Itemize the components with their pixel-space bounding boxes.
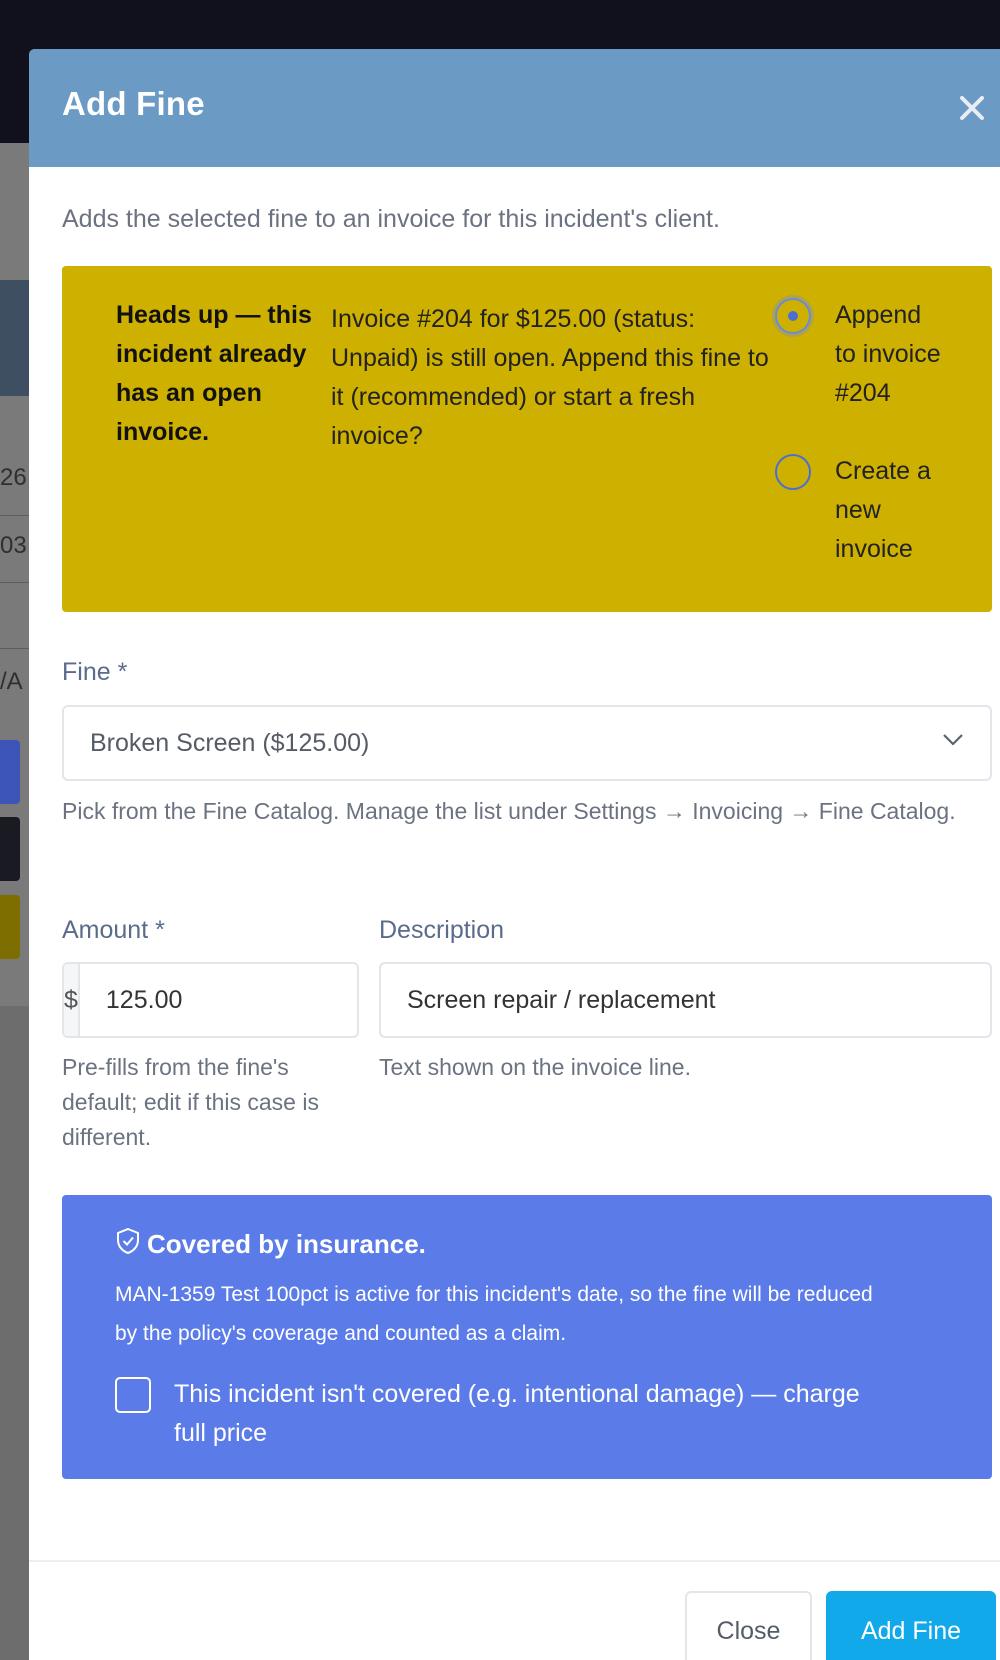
chevron-down-icon bbox=[942, 733, 964, 752]
background-button bbox=[0, 895, 20, 959]
not-covered-checkbox[interactable] bbox=[115, 1377, 151, 1413]
background-row-divider bbox=[0, 648, 30, 649]
add-fine-button[interactable]: Add Fine bbox=[826, 1591, 996, 1660]
insurance-title: Covered by insurance. bbox=[147, 1229, 426, 1259]
fine-help-text: Pick from the Fine Catalog. Manage the l… bbox=[62, 798, 956, 824]
shield-check-icon bbox=[115, 1227, 147, 1262]
description-label: Description bbox=[379, 916, 505, 944]
modal-header: Add Fine bbox=[29, 49, 1000, 167]
warning-title: Heads up — this incident already has an … bbox=[116, 301, 312, 446]
append-invoice-option[interactable]: Append to invoice #204 bbox=[775, 296, 945, 413]
open-invoice-warning: Heads up — this incident already has an … bbox=[62, 266, 992, 612]
background-row-value: 26 bbox=[0, 464, 27, 491]
footer-divider bbox=[29, 1560, 1000, 1562]
insurance-title-row: Covered by insurance. bbox=[115, 1227, 426, 1262]
amount-help-text: Pre-fills from the fine's default; edit … bbox=[62, 1054, 319, 1150]
modal-intro-text: Adds the selected fine to an invoice for… bbox=[62, 205, 720, 233]
currency-prefix: $ bbox=[64, 964, 80, 1036]
new-invoice-radio[interactable] bbox=[775, 454, 811, 490]
add-fine-modal: Add Fine Adds the selected fine to an in… bbox=[29, 49, 1000, 1660]
background-button bbox=[0, 740, 20, 804]
fine-select-value: Broken Screen ($125.00) bbox=[90, 728, 370, 757]
background-row-value: 03 bbox=[0, 532, 27, 559]
append-invoice-label[interactable]: Append to invoice #204 bbox=[835, 296, 945, 413]
fine-label: Fine * bbox=[62, 658, 128, 686]
description-help-text: Text shown on the invoice line. bbox=[379, 1054, 691, 1080]
warning-body: Invoice #204 for $125.00 (status: Unpaid… bbox=[331, 305, 769, 450]
close-icon[interactable] bbox=[953, 89, 991, 127]
not-covered-label[interactable]: This incident isn't covered (e.g. intent… bbox=[174, 1375, 874, 1453]
insurance-coverage-panel: Covered by insurance. MAN-1359 Test 100p… bbox=[62, 1195, 992, 1479]
amount-input-group: $ bbox=[62, 962, 428, 1038]
amount-label: Amount * bbox=[62, 916, 165, 944]
close-button[interactable]: Close bbox=[685, 1591, 812, 1660]
insurance-body: MAN-1359 Test 100pct is active for this … bbox=[115, 1283, 873, 1345]
fine-select[interactable]: Broken Screen ($125.00) bbox=[62, 705, 992, 781]
modal-title: Add Fine bbox=[62, 85, 205, 122]
not-covered-option[interactable]: This incident isn't covered (e.g. intent… bbox=[115, 1375, 874, 1453]
background-row-value: /A bbox=[0, 668, 23, 695]
background-row-divider bbox=[0, 582, 30, 583]
background-button bbox=[0, 817, 20, 881]
amount-input[interactable] bbox=[79, 964, 428, 1036]
new-invoice-label[interactable]: Create a new invoice bbox=[835, 452, 945, 569]
new-invoice-option[interactable]: Create a new invoice bbox=[775, 452, 945, 569]
background-pane bbox=[0, 1006, 30, 1660]
background-row-divider bbox=[0, 515, 30, 516]
background-panel-header bbox=[0, 280, 30, 396]
description-input[interactable] bbox=[379, 962, 992, 1038]
append-invoice-radio[interactable] bbox=[775, 298, 811, 334]
